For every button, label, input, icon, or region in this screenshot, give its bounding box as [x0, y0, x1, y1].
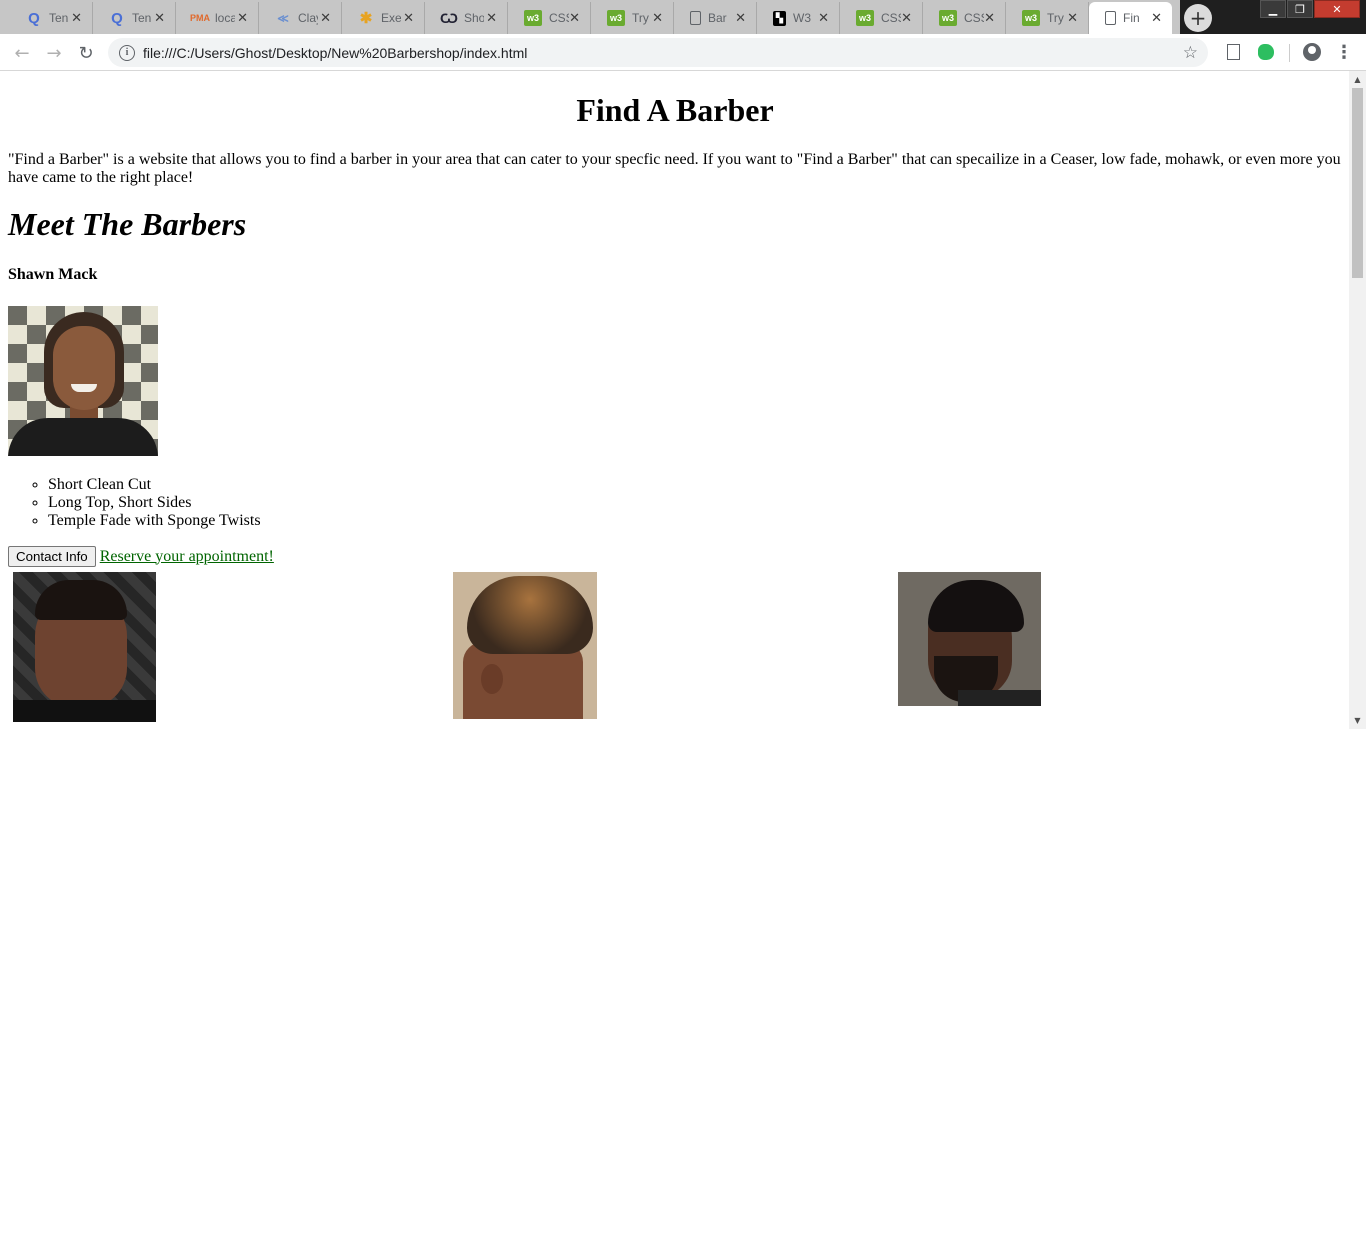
browser-tab[interactable]: ▚ W3 ✕ — [757, 2, 840, 34]
browser-tab-label: Try — [632, 11, 649, 25]
browser-tab-label: CSS — [964, 11, 984, 25]
close-tab-icon[interactable]: ✕ — [403, 10, 414, 26]
haircut-gallery — [8, 572, 1348, 729]
barber-name: Shawn Mack — [8, 266, 98, 283]
browser-tab-label: Clay — [298, 11, 318, 25]
browser-tab-label: CSS — [549, 11, 569, 25]
address-url[interactable]: file:///C:/Users/Ghost/Desktop/New%20Bar… — [143, 45, 527, 61]
close-tab-icon[interactable]: ✕ — [1067, 10, 1078, 26]
browser-tab[interactable]: w3 Try ✕ — [591, 2, 674, 34]
close-tab-icon[interactable]: ✕ — [735, 10, 746, 26]
page-title: Find A Barber — [576, 92, 774, 128]
browser-tab-label: Ten — [132, 11, 152, 25]
browser-tab[interactable]: PMA loca ✕ — [176, 2, 259, 34]
browser-tab-label: Ten — [49, 11, 69, 25]
site-info-icon[interactable]: i — [119, 44, 135, 61]
section-heading: Meet The Barbers — [8, 206, 247, 242]
browser-tab-label: W3 — [793, 11, 811, 25]
q-icon: Q — [111, 9, 123, 27]
browser-tab[interactable]: ≪ Clay✕ — [259, 2, 342, 34]
browser-tab[interactable]: w3 Try ✕ — [1006, 2, 1089, 34]
w3schools-icon: w3 — [524, 10, 542, 26]
haircut-photo-curly-top — [453, 572, 597, 719]
reload-button[interactable]: ↻ — [73, 40, 99, 66]
reserve-appointment-link[interactable]: Reserve your appointment! — [100, 548, 274, 566]
w3schools-icon: w3 — [939, 10, 957, 26]
document-icon — [690, 11, 701, 25]
shopify-icon: Ѡ — [440, 10, 458, 26]
browser-tab[interactable]: Ѡ Sho ✕ — [425, 2, 508, 34]
close-tab-icon[interactable]: ✕ — [237, 10, 248, 26]
clay-icon: ≪ — [277, 12, 289, 25]
minimize-window-button[interactable]: ▁ — [1260, 0, 1286, 18]
forward-button[interactable]: → — [41, 40, 67, 66]
address-bar[interactable]: i file:///C:/Users/Ghost/Desktop/New%20B… — [108, 38, 1208, 67]
gallery-cell — [453, 572, 898, 729]
browser-tab[interactable]: Fin ✕ — [1089, 2, 1172, 34]
profile-avatar-icon[interactable] — [1302, 42, 1322, 62]
close-tab-icon[interactable]: ✕ — [569, 10, 580, 26]
browser-tab-label: CSS — [881, 11, 901, 25]
new-tab-button[interactable]: + — [1184, 4, 1212, 32]
evernote-extension-icon[interactable] — [1256, 42, 1276, 62]
intro-paragraph: "Find a Barber" is a website that allows… — [8, 151, 1341, 186]
close-tab-icon[interactable]: ✕ — [984, 10, 995, 26]
close-tab-icon[interactable]: ✕ — [818, 10, 829, 26]
browser-tab[interactable]: Q Ten ✕ — [93, 2, 176, 34]
browser-tab-label: Fin — [1123, 11, 1140, 25]
back-button[interactable]: ← — [9, 40, 35, 66]
document-icon — [1105, 11, 1116, 25]
barber-portrait-image — [8, 306, 158, 456]
close-tab-icon[interactable]: ✕ — [901, 10, 912, 26]
list-item: Short Clean Cut — [48, 476, 261, 494]
scroll-down-icon[interactable]: ▼ — [1349, 712, 1366, 729]
browser-tab-label: Bar — [708, 11, 727, 25]
barber-actions: Contact Info Reserve your appointment! — [8, 546, 274, 567]
close-tab-icon[interactable]: ✕ — [1151, 10, 1162, 26]
close-tab-icon[interactable]: ✕ — [320, 10, 331, 26]
gallery-cell — [898, 572, 1343, 729]
browser-tab[interactable]: w3 CSS✕ — [508, 2, 591, 34]
browser-tab[interactable]: ✱ Exe ✕ — [342, 2, 425, 34]
close-tab-icon[interactable]: ✕ — [652, 10, 663, 26]
gallery-cell — [8, 572, 453, 729]
browser-tab-label: Sho — [464, 11, 484, 25]
browser-toolbar: ← → ↻ i file:///C:/Users/Ghost/Desktop/N… — [0, 34, 1366, 71]
list-item: Temple Fade with Sponge Twists — [48, 512, 261, 530]
haircut-photo-line-design — [13, 572, 156, 722]
browser-tab[interactable]: w3 CSS✕ — [923, 2, 1006, 34]
w3schools-icon: w3 — [1022, 10, 1040, 26]
bookmark-star-icon[interactable]: ☆ — [1183, 43, 1198, 63]
toolbar-divider — [1289, 44, 1290, 62]
w3s-dark-icon: ▚ — [773, 10, 786, 26]
browser-tab-label: Exe — [381, 11, 401, 25]
haircut-photo-beard-fade — [898, 572, 1041, 706]
phpmyadmin-icon: PMA — [190, 13, 210, 23]
browser-tab[interactable]: Q Ten ✕ — [10, 2, 93, 34]
w3schools-icon: w3 — [856, 10, 874, 26]
maximize-window-button[interactable]: ❐ — [1287, 0, 1313, 18]
exercise-icon: ✱ — [359, 10, 373, 27]
browser-tab[interactable]: w3 CSS✕ — [840, 2, 923, 34]
list-item: Long Top, Short Sides — [48, 494, 261, 512]
browser-tab[interactable]: Bar ✕ — [674, 2, 757, 34]
browser-tab-label: Try — [1047, 11, 1064, 25]
close-window-button[interactable]: ✕ — [1314, 0, 1360, 18]
close-tab-icon[interactable]: ✕ — [486, 10, 497, 26]
scrollbar-thumb[interactable] — [1352, 88, 1363, 278]
reader-mode-icon[interactable] — [1223, 42, 1243, 62]
w3schools-icon: w3 — [607, 10, 625, 26]
scroll-up-icon[interactable]: ▲ — [1349, 71, 1366, 88]
page-viewport: Find A Barber "Find a Barber" is a websi… — [0, 71, 1366, 729]
contact-info-button[interactable]: Contact Info — [8, 546, 96, 567]
haircut-list: Short Clean Cut Long Top, Short Sides Te… — [8, 476, 261, 530]
vertical-scrollbar[interactable]: ▲ ▼ — [1349, 71, 1366, 729]
q-icon: Q — [28, 9, 40, 27]
browser-menu-icon[interactable]: ⋮ — [1334, 42, 1354, 63]
close-tab-icon[interactable]: ✕ — [71, 10, 82, 26]
close-tab-icon[interactable]: ✕ — [154, 10, 165, 26]
browser-tab-label: loca — [215, 11, 235, 25]
tab-strip: QTen✕QTen✕PMAloca✕≪Clay✕✱Exe✕ѠSho✕w3CSS✕… — [0, 0, 1366, 34]
